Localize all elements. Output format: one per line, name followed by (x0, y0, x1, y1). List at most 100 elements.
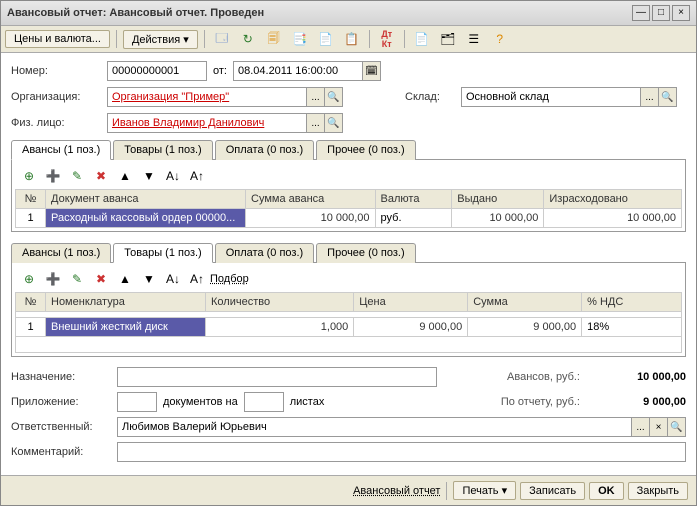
att-label: Приложение: (11, 396, 111, 408)
report-icon[interactable]: 📄 (411, 29, 433, 49)
table-row[interactable]: 1 Расходный кассовый ордер 00000... 10 0… (16, 209, 682, 228)
open-icon[interactable]: 🔍 (668, 417, 686, 437)
form-icon[interactable]: 🗔 (211, 29, 233, 49)
edit-icon[interactable]: ✎ (66, 166, 88, 186)
down-icon[interactable]: ▼ (138, 166, 160, 186)
col-currency[interactable]: Валюта (375, 190, 452, 209)
resp-field[interactable] (117, 417, 632, 437)
post-go-icon[interactable]: 📄 (315, 29, 337, 49)
dest-field[interactable] (117, 367, 437, 387)
delete-icon[interactable]: ✖ (90, 269, 112, 289)
open-icon[interactable]: 🔍 (325, 87, 343, 107)
sheets-label: листах (290, 396, 325, 408)
comment-label: Комментарий: (11, 446, 111, 458)
advances-total-value: 10 000,00 (586, 371, 686, 383)
tabs-lower: Авансы (1 поз.) Товары (1 поз.) Оплата (… (11, 242, 686, 263)
docs-count-field[interactable] (117, 392, 157, 412)
insert-icon[interactable]: ➕ (42, 166, 64, 186)
structure-icon[interactable]: 🗂 (437, 29, 459, 49)
dest-label: Назначение: (11, 371, 111, 383)
cell-currency: руб. (375, 209, 452, 228)
sort-desc-icon[interactable]: A↑ (186, 166, 208, 186)
tab-payment-2[interactable]: Оплата (0 поз.) (215, 243, 314, 263)
cell-doc[interactable]: Расходный кассовый ордер 00000... (46, 209, 246, 228)
warehouse-label: Склад: (405, 91, 455, 103)
help-icon[interactable]: ? (489, 29, 511, 49)
tab-other-2[interactable]: Прочее (0 поз.) (316, 243, 415, 263)
col-num[interactable]: № (16, 293, 46, 312)
main-toolbar: Цены и валюта... Действия ▾ 🗔 ↻ 🗐 📑 📄 📋 … (1, 26, 696, 53)
cell-sum: 9 000,00 (468, 318, 582, 337)
cell-price: 9 000,00 (354, 318, 468, 337)
prices-button[interactable]: Цены и валюта... (5, 30, 110, 48)
org-field[interactable] (107, 87, 307, 107)
date-field[interactable] (233, 61, 363, 81)
col-vat[interactable]: % НДС (582, 293, 682, 312)
table-row[interactable]: 1 Внешний жесткий диск 1,000 9 000,00 9 … (16, 318, 682, 337)
advances-total-label: Авансов, руб.: (507, 371, 580, 383)
cell-sum: 10 000,00 (246, 209, 376, 228)
sort-asc-icon[interactable]: A↓ (162, 166, 184, 186)
col-nomenclature[interactable]: Номенклатура (46, 293, 206, 312)
col-sum[interactable]: Сумма (468, 293, 582, 312)
close-button[interactable]: × (672, 5, 690, 21)
tab-other[interactable]: Прочее (0 поз.) (316, 140, 415, 160)
separator (116, 30, 117, 48)
refresh-icon[interactable]: ↻ (237, 29, 259, 49)
print-button[interactable]: Печать ▾ (453, 481, 516, 500)
insert-icon[interactable]: ➕ (42, 269, 64, 289)
sort-asc-icon[interactable]: A↓ (162, 269, 184, 289)
cell-nomenclature[interactable]: Внешний жесткий диск (46, 318, 206, 337)
edit-icon[interactable]: ✎ (66, 269, 88, 289)
col-num[interactable]: № (16, 190, 46, 209)
select-icon[interactable]: ... (632, 417, 650, 437)
dt-kt-icon[interactable]: ДтКт (376, 29, 398, 49)
report-link[interactable]: Авансовый отчет (353, 485, 440, 497)
add-icon[interactable]: ⊕ (18, 269, 40, 289)
col-spent[interactable]: Израсходовано (544, 190, 682, 209)
warehouse-field[interactable] (461, 87, 641, 107)
post-icon[interactable]: 📑 (289, 29, 311, 49)
up-icon[interactable]: ▲ (114, 166, 136, 186)
open-icon[interactable]: 🔍 (659, 87, 677, 107)
save-button[interactable]: Записать (520, 482, 585, 500)
col-sum[interactable]: Сумма аванса (246, 190, 376, 209)
actions-button[interactable]: Действия ▾ (123, 30, 198, 49)
comment-field[interactable] (117, 442, 686, 462)
tab-payment[interactable]: Оплата (0 поз.) (215, 140, 314, 160)
minimize-button[interactable]: — (632, 5, 650, 21)
select-icon[interactable]: ... (307, 87, 325, 107)
col-price[interactable]: Цена (354, 293, 468, 312)
col-given[interactable]: Выдано (452, 190, 544, 209)
list-icon[interactable]: ☰ (463, 29, 485, 49)
close-footer-button[interactable]: Закрыть (628, 482, 688, 500)
up-icon[interactable]: ▲ (114, 269, 136, 289)
clear-icon[interactable]: × (650, 417, 668, 437)
delete-icon[interactable]: ✖ (90, 166, 112, 186)
select-icon[interactable]: ... (307, 113, 325, 133)
tab-advances[interactable]: Авансы (1 поз.) (11, 140, 111, 160)
maximize-button[interactable]: □ (652, 5, 670, 21)
down-icon[interactable]: ▼ (138, 269, 160, 289)
sheets-count-field[interactable] (244, 392, 284, 412)
tab-goods[interactable]: Товары (1 поз.) (113, 140, 212, 160)
add-icon[interactable]: ⊕ (18, 166, 40, 186)
tab-advances-2[interactable]: Авансы (1 поз.) (11, 243, 111, 263)
podbor-link[interactable]: Подбор (210, 273, 249, 285)
col-qty[interactable]: Количество (206, 293, 354, 312)
sort-desc-icon[interactable]: A↑ (186, 269, 208, 289)
separator (369, 30, 370, 48)
open-icon[interactable]: 🔍 (325, 113, 343, 133)
from-label: от: (213, 65, 227, 77)
movements-icon[interactable]: 📋 (341, 29, 363, 49)
calendar-icon[interactable]: 🗓 (363, 61, 381, 81)
col-doc[interactable]: Документ аванса (46, 190, 246, 209)
number-field[interactable] (107, 61, 207, 81)
ok-button[interactable]: OK (589, 482, 624, 500)
tab-goods-2[interactable]: Товары (1 поз.) (113, 243, 212, 263)
select-icon[interactable]: ... (641, 87, 659, 107)
cell-qty: 1,000 (206, 318, 354, 337)
number-label: Номер: (11, 65, 101, 77)
copy-icon[interactable]: 🗐 (263, 29, 285, 49)
person-field[interactable] (107, 113, 307, 133)
